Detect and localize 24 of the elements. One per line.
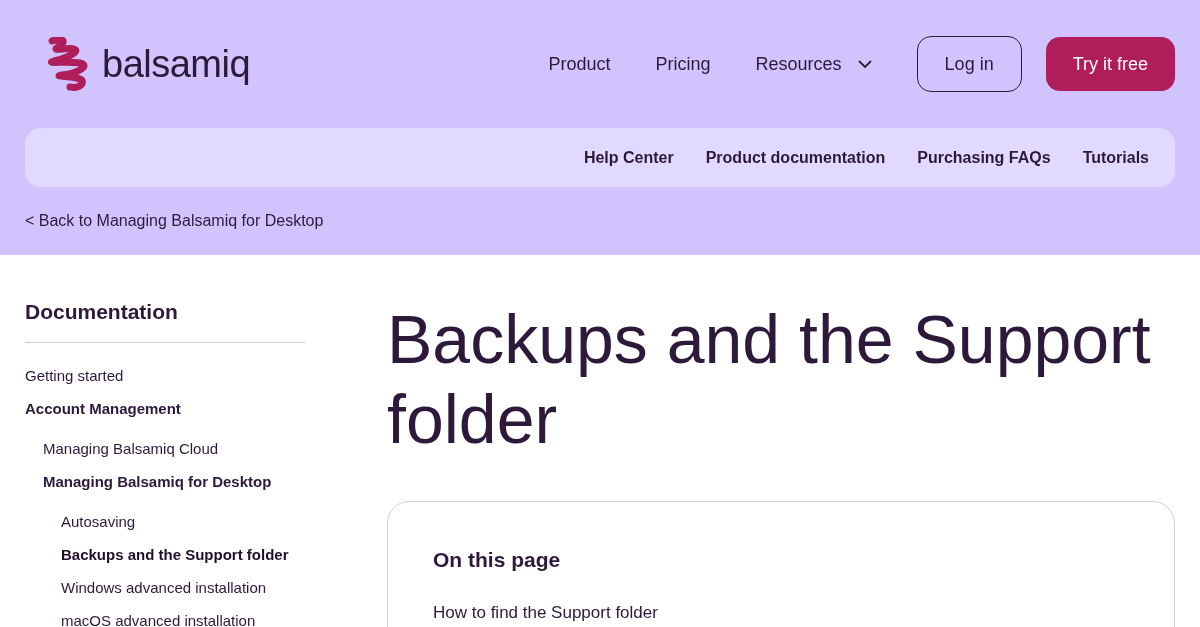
nav-link[interactable]: Resources	[755, 50, 872, 78]
sidebar-item[interactable]: Managing Balsamiq Cloud	[43, 440, 219, 459]
toc-title: On this page	[433, 547, 562, 574]
secondary-nav-link[interactable]: Help Center	[583, 145, 674, 170]
sidebar-item[interactable]: Account Management	[25, 400, 181, 419]
nav-link[interactable]: Pricing	[655, 50, 711, 78]
secondary-nav-link[interactable]: Purchasing FAQs	[917, 145, 1051, 170]
chevron-down-icon	[857, 59, 872, 69]
toc-link[interactable]: How to find the Support folder	[433, 599, 1129, 626]
try-free-button[interactable]: Try it free	[1045, 37, 1175, 91]
logo[interactable]: balsamiq	[40, 35, 251, 93]
page-title: Backups and the Support folder	[387, 300, 1152, 460]
back-link[interactable]: < Back to Managing Balsamiq for Desktop	[25, 209, 324, 233]
secondary-nav-link[interactable]: Product documentation	[705, 145, 886, 170]
sidebar-title: Documentation	[25, 299, 305, 344]
sidebar-item[interactable]: Backups and the Support folder	[61, 546, 289, 565]
sidebar-item[interactable]: Windows advanced installation	[61, 579, 267, 598]
nav-link[interactable]: Product	[548, 50, 611, 78]
sidebar-item[interactable]: Managing Balsamiq for Desktop	[43, 473, 272, 492]
sidebar-item[interactable]: macOS advanced installation	[61, 612, 256, 627]
sidebar-item[interactable]: Autosaving	[61, 513, 136, 532]
sidebar-item[interactable]: Getting started	[25, 367, 124, 386]
secondary-nav-link[interactable]: Tutorials	[1082, 145, 1149, 170]
login-button[interactable]: Log in	[916, 36, 1022, 92]
